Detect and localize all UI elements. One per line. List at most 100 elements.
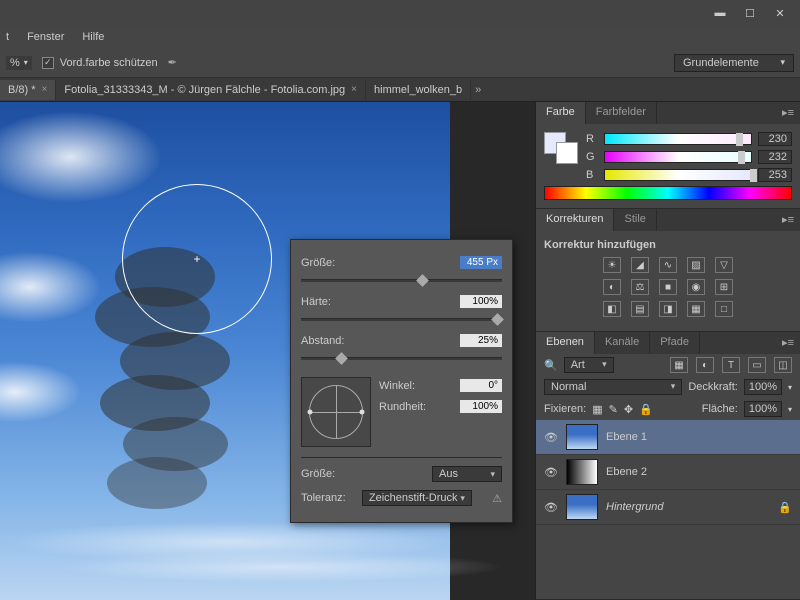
spacing-slider[interactable] <box>301 351 502 365</box>
tab-ebenen[interactable]: Ebenen <box>536 332 595 354</box>
tab-farbfelder[interactable]: Farbfelder <box>586 102 657 124</box>
brush-settings-popup: Größe:455 Px Härte:100% Abstand:25% Wink… <box>290 239 513 523</box>
search-icon: 🔍 <box>544 359 558 372</box>
lock-all-icon[interactable]: 🔒 <box>639 403 653 416</box>
selective-color-icon[interactable]: □ <box>715 301 733 317</box>
size-value[interactable]: 455 Px <box>460 256 502 269</box>
b-slider[interactable] <box>604 169 752 181</box>
canvas[interactable]: Größe:455 Px Härte:100% Abstand:25% Wink… <box>0 102 535 600</box>
doc-tab-active[interactable]: B/8) *× <box>0 80 56 100</box>
r-value[interactable]: 230 <box>758 132 792 146</box>
vibrance-icon[interactable]: ▽ <box>715 257 733 273</box>
exposure-icon[interactable]: ▨ <box>687 257 705 273</box>
brightness-icon[interactable]: ☀ <box>603 257 621 273</box>
visibility-icon[interactable]: 👁 <box>544 431 558 444</box>
doc-tab[interactable]: himmel_wolken_b <box>366 80 471 100</box>
threshold-icon[interactable]: ◨ <box>659 301 677 317</box>
tolerance-select[interactable]: Zeichenstift-Druck <box>362 490 472 506</box>
size-slider[interactable] <box>301 273 502 287</box>
filter-pixel-icon[interactable]: ▦ <box>670 357 688 373</box>
photo-filter-icon[interactable]: ◉ <box>687 279 705 295</box>
visibility-icon[interactable]: 👁 <box>544 466 558 479</box>
invert-icon[interactable]: ◧ <box>603 301 621 317</box>
lock-position-icon[interactable]: ✥ <box>624 403 633 416</box>
tab-kanaele[interactable]: Kanäle <box>595 332 650 354</box>
opacity-label: Deckkraft: <box>688 381 738 393</box>
layer-row[interactable]: 👁 Ebene 2 <box>536 455 800 490</box>
opacity-value[interactable]: 100% <box>744 379 782 395</box>
options-bar: % ▾ ✓ Vord.farbe schützen ✒ Grundelement… <box>0 48 800 78</box>
layer-name[interactable]: Hintergrund <box>606 501 663 513</box>
filter-adjust-icon[interactable]: ◐ <box>696 357 714 373</box>
panel-menu-icon[interactable]: ▸≡ <box>776 102 800 124</box>
menu-item[interactable]: t <box>6 31 9 43</box>
lock-transparency-icon[interactable]: ▦ <box>592 403 602 416</box>
tab-farbe[interactable]: Farbe <box>536 102 586 124</box>
g-label: G <box>586 151 598 163</box>
protect-foreground-checkbox[interactable]: ✓ Vord.farbe schützen <box>42 57 158 69</box>
adjustments-panel: Korrekturen Stile ▸≡ Korrektur hinzufüge… <box>536 209 800 332</box>
g-value[interactable]: 232 <box>758 150 792 164</box>
b-value[interactable]: 253 <box>758 168 792 182</box>
doc-tab[interactable]: Fotolia_31333343_M - © Jürgen Fälchle - … <box>56 80 366 100</box>
r-slider[interactable] <box>604 133 752 145</box>
curves-icon[interactable]: ∿ <box>659 257 677 273</box>
spectrum-picker[interactable] <box>544 186 792 200</box>
layer-row[interactable]: 👁 Ebene 1 <box>536 420 800 455</box>
size-label: Größe: <box>301 257 335 269</box>
angle-value[interactable]: 0° <box>460 379 502 392</box>
layer-thumbnail[interactable] <box>566 459 598 485</box>
tab-pfade[interactable]: Pfade <box>650 332 700 354</box>
gradient-map-icon[interactable]: ▦ <box>687 301 705 317</box>
posterize-icon[interactable]: ▤ <box>631 301 649 317</box>
b-label: B <box>586 169 598 181</box>
filter-smart-icon[interactable]: ◫ <box>774 357 792 373</box>
tab-korrekturen[interactable]: Korrekturen <box>536 209 614 231</box>
levels-icon[interactable]: ◢ <box>631 257 649 273</box>
layer-name[interactable]: Ebene 1 <box>606 431 647 443</box>
workspace-selector[interactable]: Grundelemente <box>674 54 794 72</box>
color-swatches[interactable] <box>544 132 578 164</box>
angle-control[interactable] <box>301 377 371 447</box>
minimize-button[interactable]: ▬ <box>706 4 734 22</box>
roundness-value[interactable]: 100% <box>460 400 502 413</box>
tab-stile[interactable]: Stile <box>614 209 656 231</box>
layer-row[interactable]: 👁Hintergrund🔒 <box>536 490 800 525</box>
hue-icon[interactable]: ◐ <box>603 279 621 295</box>
spacing-label: Abstand: <box>301 335 344 347</box>
panel-menu-icon[interactable]: ▸≡ <box>776 332 800 354</box>
layer-thumbnail[interactable] <box>566 494 598 520</box>
panel-menu-icon[interactable]: ▸≡ <box>776 209 800 231</box>
hardness-slider[interactable] <box>301 312 502 326</box>
channel-mixer-icon[interactable]: ⊞ <box>715 279 733 295</box>
close-button[interactable]: ✕ <box>766 4 794 22</box>
checkbox-icon: ✓ <box>42 57 54 69</box>
tablet-pressure-icon[interactable]: ✒ <box>168 56 177 69</box>
brush-cursor <box>122 184 272 334</box>
balance-icon[interactable]: ⚖ <box>631 279 649 295</box>
spacing-value[interactable]: 25% <box>460 334 502 347</box>
layer-thumbnail[interactable] <box>566 424 598 450</box>
tab-overflow-icon[interactable]: » <box>475 84 481 96</box>
angle-label: Winkel: <box>379 380 415 392</box>
document-tabs: B/8) *× Fotolia_31333343_M - © Jürgen Fä… <box>0 78 800 102</box>
close-icon[interactable]: × <box>351 84 357 95</box>
hardness-value[interactable]: 100% <box>460 295 502 308</box>
size-dynamics-select[interactable]: Aus <box>432 466 502 482</box>
filter-type-icon[interactable]: T <box>722 357 740 373</box>
titlebar: ▬ ☐ ✕ <box>0 0 800 26</box>
menu-item-hilfe[interactable]: Hilfe <box>82 31 104 43</box>
lock-pixels-icon[interactable]: ✎ <box>609 403 618 416</box>
blend-mode-select[interactable]: Normal <box>544 379 682 395</box>
flow-percent[interactable]: % ▾ <box>6 56 32 70</box>
filter-shape-icon[interactable]: ▭ <box>748 357 766 373</box>
maximize-button[interactable]: ☐ <box>736 4 764 22</box>
layer-filter-select[interactable]: Art <box>564 357 614 373</box>
layer-name[interactable]: Ebene 2 <box>606 466 647 478</box>
g-slider[interactable] <box>604 151 752 163</box>
close-icon[interactable]: × <box>42 84 48 95</box>
menu-item-fenster[interactable]: Fenster <box>27 31 64 43</box>
fill-value[interactable]: 100% <box>744 401 782 417</box>
bw-icon[interactable]: ■ <box>659 279 677 295</box>
visibility-icon[interactable]: 👁 <box>544 501 558 514</box>
